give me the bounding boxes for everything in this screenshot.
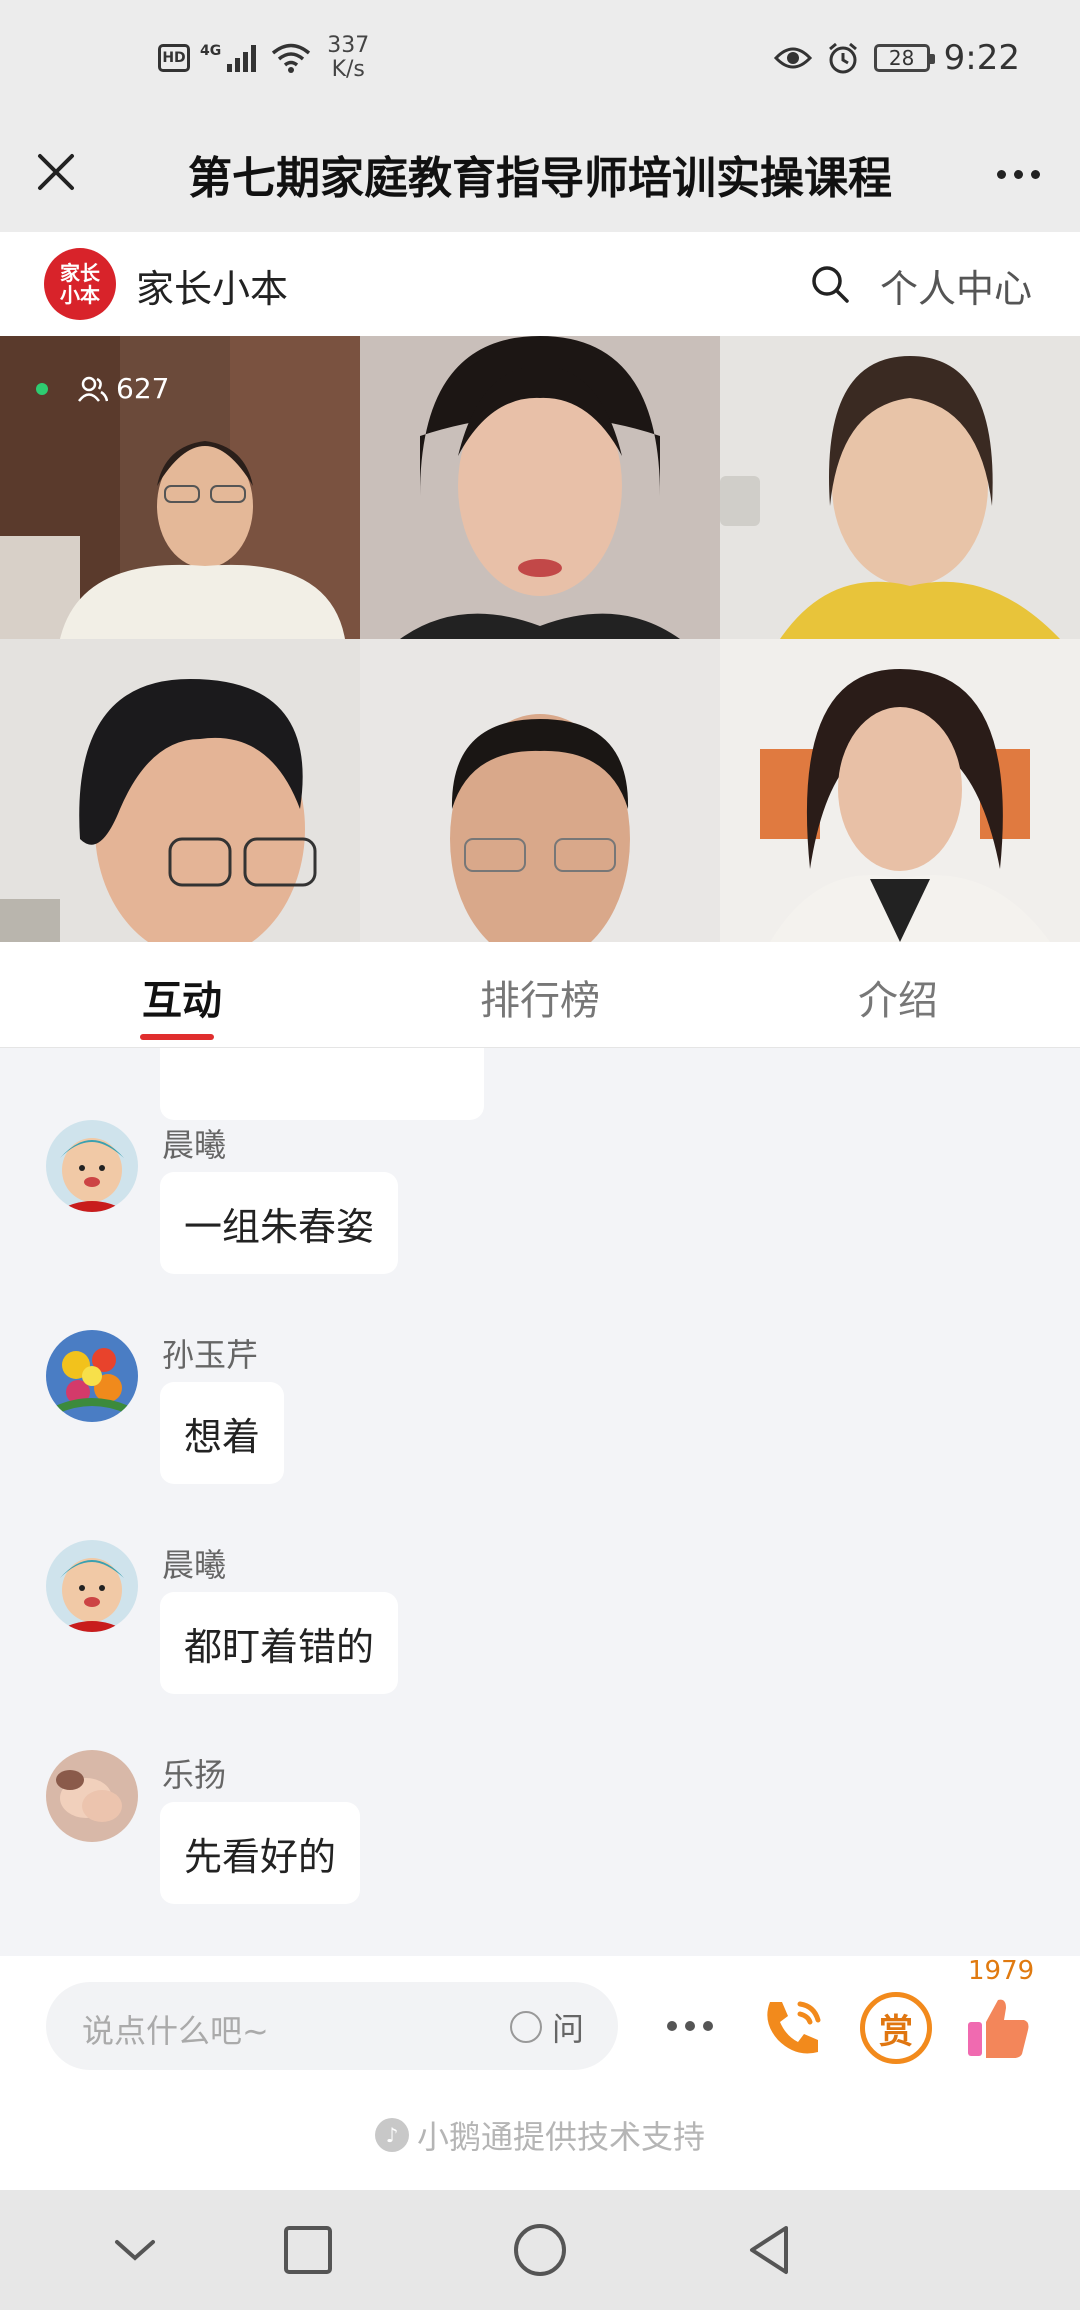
net-speed: 337 K/s bbox=[327, 34, 369, 82]
brand-logo[interactable]: 家长小本 bbox=[44, 248, 116, 320]
ask-label: 问 bbox=[551, 2010, 584, 2048]
message-author: 晨曦 bbox=[162, 1126, 227, 1164]
avatar[interactable] bbox=[46, 1540, 138, 1632]
call-button[interactable] bbox=[756, 1992, 828, 2064]
message-text: 一组朱春姿 bbox=[160, 1172, 399, 1274]
comment-placeholder: 说点什么吧~ bbox=[82, 2012, 269, 2050]
avatar[interactable] bbox=[46, 1750, 138, 1842]
close-button[interactable] bbox=[28, 144, 84, 200]
comment-input[interactable]: 说点什么吧~ 问 bbox=[46, 1982, 618, 2070]
signal-icon bbox=[227, 45, 257, 72]
message-text: 想着 bbox=[160, 1382, 285, 1484]
participant-video-image bbox=[0, 639, 360, 942]
tab-leaderboard[interactable]: 排行榜 bbox=[420, 968, 660, 1026]
circle-icon bbox=[514, 2224, 566, 2276]
personal-center-link[interactable]: 个人中心 bbox=[880, 258, 1032, 313]
more-dot-icon bbox=[667, 2021, 677, 2031]
baby-avatar bbox=[46, 1540, 138, 1632]
viewer-count: 627 bbox=[36, 372, 169, 405]
more-dot-icon bbox=[1030, 169, 1040, 179]
square-icon bbox=[284, 2226, 332, 2274]
viewer-count-value: 627 bbox=[116, 372, 170, 405]
phone-call-icon bbox=[767, 2001, 821, 2054]
baby-avatar bbox=[46, 1120, 138, 1212]
network-type: 4G bbox=[200, 43, 222, 59]
chat-feed[interactable]: 晨曦 一组朱春姿 孙玉芹 想着 晨曦 都盯着错的 乐扬 先看好的 bbox=[0, 1048, 1080, 1956]
more-dot-icon bbox=[685, 2021, 695, 2031]
tab-interaction[interactable]: 互动 bbox=[62, 968, 302, 1026]
status-right: 28 9:22 bbox=[773, 38, 1020, 78]
brand-logo-text: 家长小本 bbox=[60, 261, 100, 307]
tab-bar: 互动 排行榜 介绍 bbox=[0, 942, 1080, 1048]
reward-button[interactable]: 赏 bbox=[860, 1992, 932, 2064]
ask-question-toggle[interactable]: 问 bbox=[509, 2004, 584, 2050]
powered-by-text: 小鹅通提供技术支持 bbox=[416, 2118, 705, 2156]
nav-back-button[interactable] bbox=[740, 2220, 800, 2280]
radio-circle-icon bbox=[509, 2011, 542, 2043]
video-grid: 627 bbox=[0, 336, 1080, 942]
battery-icon: 28 bbox=[873, 44, 935, 72]
more-dot-icon bbox=[996, 169, 1006, 179]
video-tile-5[interactable] bbox=[360, 639, 720, 942]
people-icon bbox=[78, 376, 108, 402]
xiaoe-logo-icon: ♪ bbox=[374, 2118, 409, 2152]
brand-bar: 家长小本 家长小本 个人中心 bbox=[0, 232, 1080, 336]
live-dot-icon bbox=[36, 382, 48, 395]
search-icon bbox=[812, 266, 849, 303]
brand-name[interactable]: 家长小本 bbox=[136, 258, 288, 313]
participant-video-image bbox=[720, 639, 1080, 942]
close-icon bbox=[38, 154, 74, 190]
clock: 9:22 bbox=[943, 38, 1020, 78]
nav-home-button[interactable] bbox=[510, 2220, 570, 2280]
status-bar: HD 4G 337 K/s 28 9:22 bbox=[0, 0, 1080, 120]
nav-recents-button[interactable] bbox=[278, 2220, 338, 2280]
search-button[interactable] bbox=[810, 264, 850, 304]
video-tile-4[interactable] bbox=[0, 639, 360, 942]
message-author: 乐扬 bbox=[162, 1756, 227, 1794]
wifi-icon bbox=[272, 43, 311, 73]
powered-by: ♪ 小鹅通提供技术支持 bbox=[0, 2112, 1080, 2158]
message-text: 先看好的 bbox=[160, 1802, 361, 1904]
hd-icon: HD bbox=[158, 44, 190, 72]
page-title: 第七期家庭教育指导师培训实操课程 bbox=[188, 153, 892, 204]
net-speed-value: 337 bbox=[327, 33, 370, 58]
more-menu-button[interactable] bbox=[986, 154, 1050, 194]
avatar[interactable] bbox=[46, 1330, 138, 1422]
system-nav-bar bbox=[0, 2190, 1080, 2310]
avatar[interactable] bbox=[46, 1120, 138, 1212]
message-author: 晨曦 bbox=[162, 1546, 227, 1584]
tab-intro[interactable]: 介绍 bbox=[778, 968, 1018, 1026]
eye-icon bbox=[773, 47, 812, 69]
video-tile-host[interactable]: 627 bbox=[0, 336, 360, 639]
more-dot-icon bbox=[703, 2021, 713, 2031]
chevron-down-icon bbox=[115, 2240, 155, 2261]
back-triangle-icon bbox=[750, 2226, 788, 2274]
message-bubble-partial bbox=[160, 1048, 484, 1120]
active-tab-indicator bbox=[140, 1034, 214, 1040]
like-count: 1979 bbox=[968, 1956, 1035, 1986]
more-dot-icon bbox=[1013, 169, 1023, 179]
message-text: 都盯着错的 bbox=[160, 1592, 399, 1694]
message-author: 孙玉芹 bbox=[162, 1336, 259, 1374]
participant-video-image bbox=[360, 639, 720, 942]
thumbs-up-icon bbox=[968, 1999, 1029, 2058]
alarm-icon bbox=[828, 42, 857, 74]
video-tile-2[interactable] bbox=[360, 336, 720, 639]
like-button[interactable] bbox=[962, 1992, 1034, 2064]
net-speed-unit: K/s bbox=[331, 57, 365, 82]
more-actions-button[interactable] bbox=[660, 2006, 720, 2046]
participant-video-image bbox=[720, 336, 1080, 639]
title-bar: 第七期家庭教育指导师培训实操课程 bbox=[0, 120, 1080, 232]
video-tile-6[interactable] bbox=[720, 639, 1080, 942]
participant-video-image bbox=[360, 336, 720, 639]
nav-collapse-button[interactable] bbox=[105, 2220, 165, 2280]
flowers-avatar bbox=[46, 1330, 138, 1422]
hands-avatar bbox=[46, 1750, 138, 1842]
status-left: HD 4G 337 K/s bbox=[158, 34, 369, 82]
video-tile-3[interactable] bbox=[720, 336, 1080, 639]
input-bar: 说点什么吧~ 问 赏 1979 ♪ 小鹅通提供技术支持 bbox=[0, 1956, 1080, 2190]
